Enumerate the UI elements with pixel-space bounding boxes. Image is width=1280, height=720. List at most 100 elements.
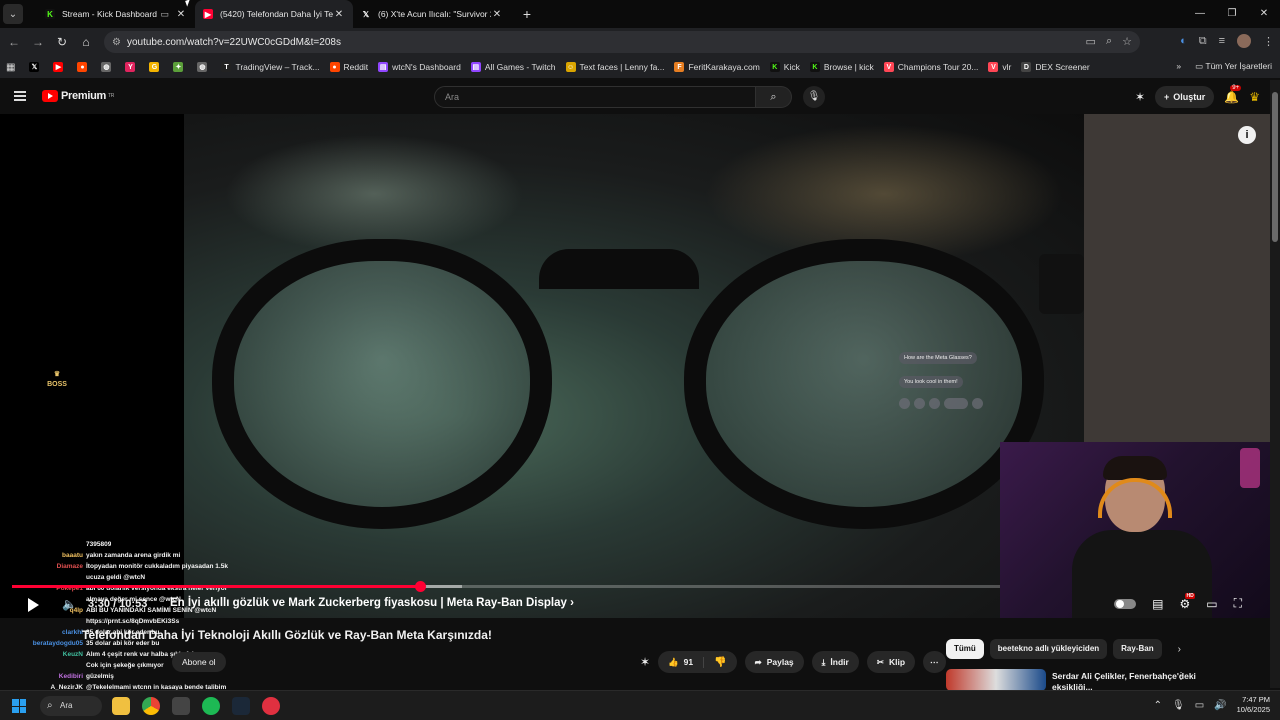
sparkle-icon[interactable]: ✶ [1135,90,1145,104]
bookmark[interactable]: 𝕏 [29,62,43,72]
minimize-icon[interactable]: — [1184,0,1216,28]
bookmark-tradingview[interactable]: T TradingView – Track... [221,62,320,72]
menu-icon[interactable] [14,91,26,101]
chevron-right-icon[interactable]: › [1178,644,1181,655]
bookmark-reddit[interactable]: ● Reddit [329,62,368,72]
progress-scrubber[interactable] [415,581,427,592]
progress-bar[interactable] [12,581,1000,592]
media-icon[interactable]: ≡ [1219,35,1225,47]
bookmark[interactable]: ● [77,62,91,72]
file-explorer-icon[interactable] [112,697,130,715]
apps-grid-icon[interactable]: ▦ [6,62,15,73]
mic-icon[interactable]: 🎙 [1172,700,1185,711]
bookmark-browse-kick[interactable]: K Browse | kick [809,62,874,72]
restore-icon[interactable]: ❐ [1216,0,1248,28]
bookmark-wtcn-dashboard[interactable]: ▤ wtcN's Dashboard [378,62,461,72]
dislike-icon[interactable]: 👎 [704,657,736,668]
bookmark-kick[interactable]: K Kick [769,62,800,72]
speaker-icon[interactable]: 🔊 [1214,700,1226,711]
fullscreen-icon[interactable]: ⛶ [1234,596,1242,611]
taskbar-search[interactable]: Ara [40,696,102,716]
scrollbar-thumb[interactable] [1272,92,1278,242]
tab-0[interactable]: K Stream - Kick Dashboard ▭ ✕ [37,0,195,28]
globe-icon: ◍ [101,62,112,72]
bookmark[interactable]: G [149,62,163,72]
home-icon[interactable]: ⌂ [74,35,98,49]
reload-icon[interactable]: ↻ [50,35,74,49]
bookmark-all-games-twitch[interactable]: ▤ All Games - Twitch [470,62,556,72]
search-button[interactable]: ⌕ [756,86,792,108]
all-bookmarks-folder[interactable]: ▭ Tüm Yer İşaretleri [1195,61,1272,72]
close-icon[interactable]: ✕ [491,9,503,20]
bookmark-lenny[interactable]: ☺ Text faces | Lenny fa... [565,62,664,72]
info-icon[interactable]: i [1238,126,1256,144]
new-tab-button[interactable]: + [517,6,537,22]
search-input[interactable]: Ara [434,86,756,108]
bookmark-star-icon[interactable]: ☆ [1122,35,1132,48]
chip-uploader[interactable]: beetekno adlı yükleyiciden [989,639,1108,659]
bookmark[interactable]: Y [125,62,139,72]
notifications-bell-icon[interactable]: 🔔 9+ [1224,85,1242,104]
zoom-icon[interactable]: ⌕ [1106,35,1112,48]
close-window-icon[interactable]: ✕ [1248,0,1280,28]
create-button[interactable]: + Oluştur [1155,86,1215,108]
settings-icon[interactable]: ⚙ HD [1179,592,1195,611]
clip-button[interactable]: ✂ Klip [866,651,916,673]
recommended-video[interactable]: Serdar Ali Çelikler, Fenerbahçe'deki eks… [946,669,1266,691]
more-vert-icon[interactable]: ⋮ [1176,671,1186,682]
chrome-icon[interactable] [142,697,160,715]
play-icon[interactable] [28,598,39,612]
url-field[interactable]: ⚙ youtube.com/watch?v=22UWC0cGDdM&t=208s… [104,31,1140,53]
page-scrollbar[interactable] [1270,80,1280,688]
tab-2[interactable]: 𝕏 (6) X'te Acun Ilıcalı: "Survivor 2026 … [353,0,511,28]
subtitles-icon[interactable]: ▤ [1152,597,1163,611]
windows-start-icon[interactable] [12,699,26,713]
more-bookmarks-icon[interactable]: » [1176,61,1181,72]
obs-icon[interactable] [262,697,280,715]
taskbar-clock[interactable]: 7:47 PM 10/6/2025 [1237,695,1270,715]
spotify-icon[interactable] [202,697,220,715]
download-button[interactable]: ⤓ İndir [811,651,859,673]
close-icon[interactable]: ✕ [175,9,187,20]
more-actions-button[interactable]: ⋯ [923,651,946,673]
puzzle-icon: ✦ [173,62,184,72]
theater-mode-icon[interactable]: ▭ [1206,597,1217,611]
subscribe-button[interactable]: Abone ol [172,652,226,672]
bookmark[interactable]: ◍ [101,62,115,72]
tab-search-button[interactable]: ⌄ [3,4,23,24]
bookmark-feritkarakaya[interactable]: F FeritKarakaya.com [674,62,760,72]
chip-rayban[interactable]: Ray-Ban [1113,639,1162,659]
network-icon[interactable]: ▭ [1195,700,1204,711]
chip-all[interactable]: Tümü [946,639,984,659]
bookmark-vlr[interactable]: Vvlr [988,62,1011,72]
forward-icon[interactable]: → [26,35,50,49]
autoplay-toggle[interactable] [1114,598,1137,609]
sparkle-icon[interactable]: ✶ [640,655,650,669]
tab-audio-icon[interactable]: ▭ [160,9,169,20]
chapter-title[interactable]: En İyi akıllı gözlük ve Mark Zuckerberg … [170,597,574,609]
bookmark[interactable]: ◍ [197,62,211,72]
tab-1[interactable]: ▶ (5420) Telefondan Daha İyi Teknoloji ✕ [195,0,353,28]
bookmark[interactable]: ✦ [173,62,187,72]
profile-avatar[interactable] [1237,34,1251,48]
extension-icon[interactable]: ◐ [1180,35,1187,47]
back-icon[interactable]: ← [2,35,26,49]
voice-search-icon[interactable]: 🎙 [803,86,825,108]
tray-expand-icon[interactable]: ⌃ [1154,700,1162,711]
bookmark-champions-tour[interactable]: V Champions Tour 20... [883,62,978,72]
account-avatar[interactable]: ♛ [1249,90,1260,104]
youtube-logo[interactable]: Premium TR [42,90,114,102]
bookmark-dex-screener[interactable]: D DEX Screener [1021,62,1090,72]
like-button[interactable]: 👍 91 [658,656,705,668]
steam-icon[interactable] [232,697,250,715]
close-icon[interactable]: ✕ [333,9,345,20]
site-info-icon[interactable]: ⚙ [112,37,121,48]
cast-icon[interactable]: ▭ [1086,35,1096,48]
bookmark[interactable]: ▶ [53,62,67,72]
menu-kebab-icon[interactable]: ⋮ [1263,35,1274,48]
all-bookmarks-label: Tüm Yer İşaretleri [1205,61,1272,71]
opera-icon[interactable] [172,697,190,715]
extensions-puzzle-icon[interactable]: ⧉ [1199,35,1207,48]
share-button[interactable]: ➦ Paylaş [744,651,804,673]
volume-icon[interactable]: 🔈 [62,597,77,611]
